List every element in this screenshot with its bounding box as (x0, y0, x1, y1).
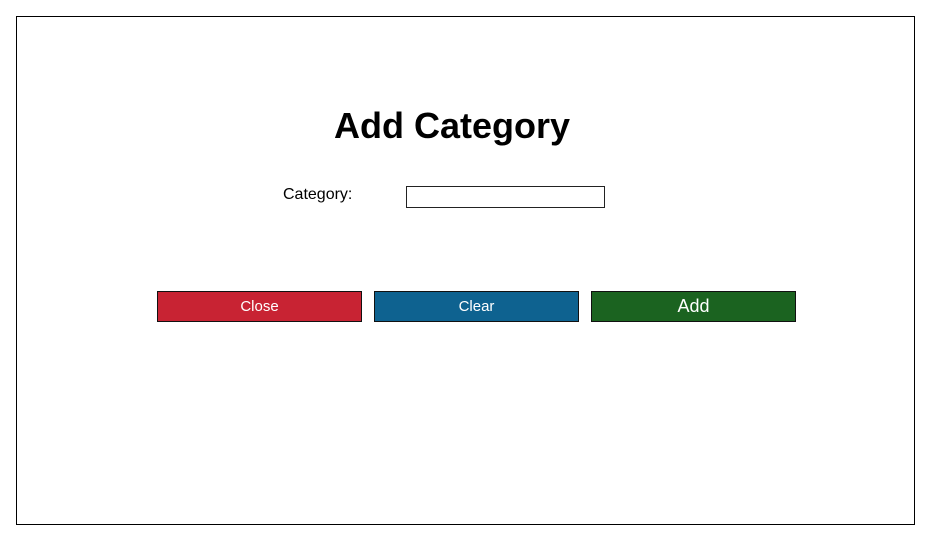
category-label: Category: (283, 186, 353, 203)
close-button[interactable]: Close (157, 291, 362, 322)
clear-button[interactable]: Clear (374, 291, 579, 322)
add-button[interactable]: Add (591, 291, 796, 322)
add-category-dialog: Add Category Category: Close Clear Add (16, 16, 915, 525)
page-title: Add Category (333, 105, 571, 146)
category-input[interactable] (406, 186, 605, 208)
